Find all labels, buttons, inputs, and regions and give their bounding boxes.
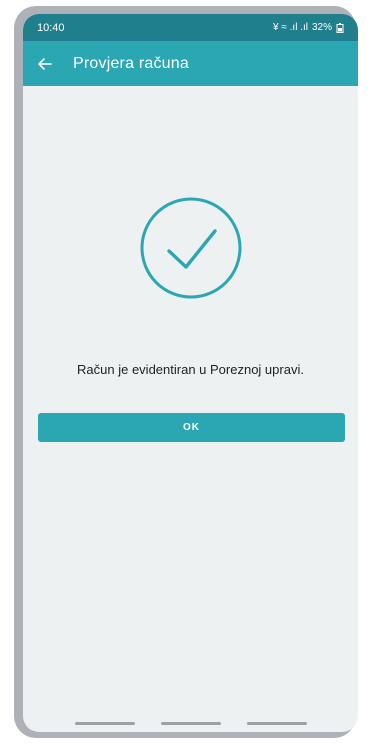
status-bar: 10:40 ¥ ≈ .ıl .ıl 32% <box>23 14 358 41</box>
app-screen: 10:40 ¥ ≈ .ıl .ıl 32% Provjera računa Ra… <box>23 14 358 732</box>
status-time: 10:40 <box>37 21 65 34</box>
page-title: Provjera računa <box>73 54 189 72</box>
main-content: Račun je evidentiran u Poreznoj upravi. … <box>23 86 358 732</box>
battery-text: 32% <box>311 22 332 33</box>
signal-icons: ¥ ≈ .ıl .ıl <box>273 22 308 33</box>
status-icons: ¥ ≈ .ıl .ıl 32% <box>273 22 344 33</box>
arrow-left-icon <box>38 57 52 70</box>
nav-home[interactable] <box>160 722 221 725</box>
back-button[interactable] <box>35 54 55 74</box>
battery-icon <box>336 22 344 33</box>
app-bar: Provjera računa <box>23 41 358 86</box>
nav-recent[interactable] <box>74 722 135 725</box>
nav-back[interactable] <box>246 722 307 725</box>
confirmation-message: Račun je evidentiran u Poreznoj upravi. <box>77 362 304 377</box>
system-nav-bar <box>23 722 358 728</box>
check-circle-icon <box>140 197 242 299</box>
ok-button[interactable]: OK <box>38 413 345 442</box>
